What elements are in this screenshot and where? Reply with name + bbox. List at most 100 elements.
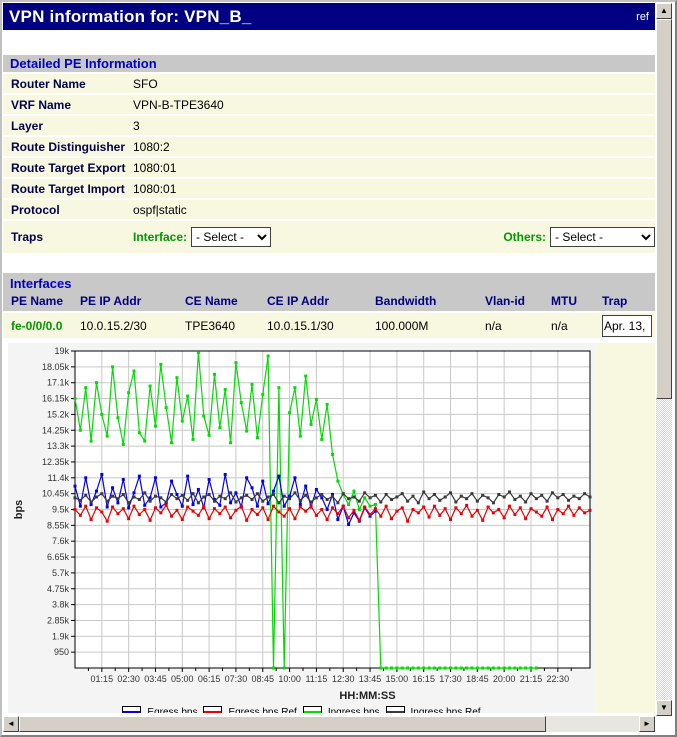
svg-text:08:45: 08:45 (251, 674, 274, 684)
col-ce-name: CE Name (185, 294, 267, 308)
ce-ip-value: 10.0.15.1/30 (267, 319, 375, 333)
row-label: Route Target Export (3, 161, 133, 175)
col-ce-ip: CE IP Addr (267, 294, 375, 308)
chart-side-strip (595, 343, 655, 713)
svg-text:21:15: 21:15 (520, 674, 543, 684)
mtu-value: n/a (551, 319, 602, 333)
col-mtu: MTU (551, 294, 602, 308)
svg-text:10:00: 10:00 (278, 674, 301, 684)
horizontal-scroll-track[interactable] (19, 716, 639, 732)
row-label: Traps (3, 230, 133, 244)
svg-text:13.3k: 13.3k (47, 441, 70, 451)
svg-text:13:45: 13:45 (359, 674, 382, 684)
svg-text:2.85k: 2.85k (47, 615, 70, 625)
svg-text:15.2k: 15.2k (47, 409, 70, 419)
chart-zone: 9501.9k2.85k3.8k4.75k5.7k6.65k7.6k8.55k9… (3, 343, 655, 713)
row-label: Layer (3, 119, 133, 133)
bandwidth-value: 100.000M (375, 319, 485, 333)
scroll-up-button[interactable]: ▲ (656, 3, 672, 19)
scroll-right-button[interactable]: ► (639, 716, 655, 732)
interfaces-title: Interfaces (10, 276, 71, 291)
svg-text:9.5k: 9.5k (52, 505, 70, 515)
trap-date-input[interactable] (602, 315, 652, 337)
svg-text:5.7k: 5.7k (52, 568, 70, 578)
interface-table-row: fe-0/0/0.0 10.0.15.2/30 TPE3640 10.0.15.… (3, 313, 655, 340)
interface-label: Interface: (133, 230, 187, 244)
row-label: Protocol (3, 203, 133, 217)
legend-key-icon (386, 706, 405, 713)
svg-text:22:30: 22:30 (547, 674, 570, 684)
svg-text:05:00: 05:00 (171, 674, 194, 684)
svg-text:1.9k: 1.9k (52, 631, 70, 641)
ref-link[interactable]: ref (636, 11, 655, 23)
row-value: VPN-B-TPE3640 (133, 98, 224, 112)
svg-text:01:15: 01:15 (91, 674, 114, 684)
row-label: Route Distinguisher (3, 140, 133, 154)
ce-name-value: TPE3640 (185, 319, 267, 333)
detail-row-route-target-import: Route Target Import 1080:01 (3, 179, 655, 200)
horizontal-scroll-thumb[interactable] (19, 716, 546, 732)
svg-text:950: 950 (54, 647, 69, 657)
pe-name-link[interactable]: fe-0/0/0.0 (3, 319, 80, 333)
legend-key-icon (303, 706, 322, 713)
traffic-chart: 9501.9k2.85k3.8k4.75k5.7k6.65k7.6k8.55k9… (8, 343, 595, 699)
row-value: ospf|static (133, 203, 187, 217)
legend-key-icon (122, 706, 141, 713)
detail-row-vrf-name: VRF Name VPN-B-TPE3640 (3, 95, 655, 116)
scroll-down-button[interactable]: ▼ (656, 700, 672, 716)
svg-text:16:15: 16:15 (412, 674, 435, 684)
svg-text:8.55k: 8.55k (47, 520, 70, 530)
svg-text:17.1k: 17.1k (47, 378, 70, 388)
svg-text:06:15: 06:15 (198, 674, 221, 684)
vertical-scroll-track[interactable] (656, 19, 672, 700)
svg-text:07:30: 07:30 (225, 674, 248, 684)
horizontal-scrollbar[interactable]: ◄ ► (3, 716, 655, 732)
detailed-pe-info-title: Detailed PE Information (10, 56, 157, 71)
svg-text:16.15k: 16.15k (42, 394, 70, 404)
row-value: 1080:2 (133, 140, 170, 154)
detail-row-protocol: Protocol ospf|static (3, 200, 655, 221)
x-axis-label: HH:MM:SS (339, 690, 395, 699)
others-select[interactable]: - Select - (550, 227, 655, 247)
svg-text:14.25k: 14.25k (42, 425, 70, 435)
vlan-id-value: n/a (485, 319, 551, 333)
legend-label: Ingress bps (328, 707, 380, 713)
svg-text:02:30: 02:30 (117, 674, 140, 684)
vertical-scroll-thumb[interactable] (656, 19, 672, 399)
svg-text:17:30: 17:30 (439, 674, 462, 684)
scroll-left-button[interactable]: ◄ (3, 716, 19, 732)
legend-label: Egress bps (147, 707, 197, 713)
row-value: 1080:01 (133, 182, 176, 196)
svg-text:19k: 19k (54, 346, 69, 356)
svg-text:12.35k: 12.35k (42, 457, 70, 467)
chart-legend: Egress bpsEgress bps RefIngress bpsIngre… (8, 706, 595, 713)
interface-select[interactable]: - Select - (191, 227, 271, 247)
detail-row-route-target-export: Route Target Export 1080:01 (3, 158, 655, 179)
svg-text:11:15: 11:15 (305, 674, 327, 684)
pe-ip-value: 10.0.15.2/30 (80, 319, 185, 333)
vertical-scrollbar[interactable]: ▲ ▼ (656, 3, 672, 716)
detail-row-traps: Traps Interface: - Select - Others: - Se… (3, 221, 655, 255)
row-value: 3 (133, 119, 140, 133)
svg-text:3.8k: 3.8k (52, 600, 70, 610)
detailed-pe-info-header: Detailed PE Information (3, 55, 655, 74)
detail-row-layer: Layer 3 (3, 116, 655, 137)
svg-text:15:00: 15:00 (386, 674, 409, 684)
row-label: Router Name (3, 77, 133, 91)
legend-key-icon (203, 706, 222, 713)
row-label: Route Target Import (3, 182, 133, 196)
legend-label: Egress bps Ref (228, 707, 296, 713)
others-label: Others: (503, 230, 546, 244)
svg-text:18:45: 18:45 (466, 674, 489, 684)
traffic-chart-box: 9501.9k2.85k3.8k4.75k5.7k6.65k7.6k8.55k9… (8, 343, 595, 713)
row-value: SFO (133, 77, 158, 91)
main-content: VPN information for: VPN_B_ ref Detailed… (3, 3, 655, 713)
svg-text:12:30: 12:30 (332, 674, 355, 684)
svg-text:11.4k: 11.4k (48, 473, 70, 483)
titlebar: VPN information for: VPN_B_ ref (3, 3, 655, 30)
col-pe-ip: PE IP Addr (80, 294, 185, 308)
svg-text:7.6k: 7.6k (52, 536, 70, 546)
svg-text:4.75k: 4.75k (47, 584, 70, 594)
vpn-info-window: VPN information for: VPN_B_ ref Detailed… (0, 0, 677, 737)
svg-text:20:00: 20:00 (493, 674, 516, 684)
